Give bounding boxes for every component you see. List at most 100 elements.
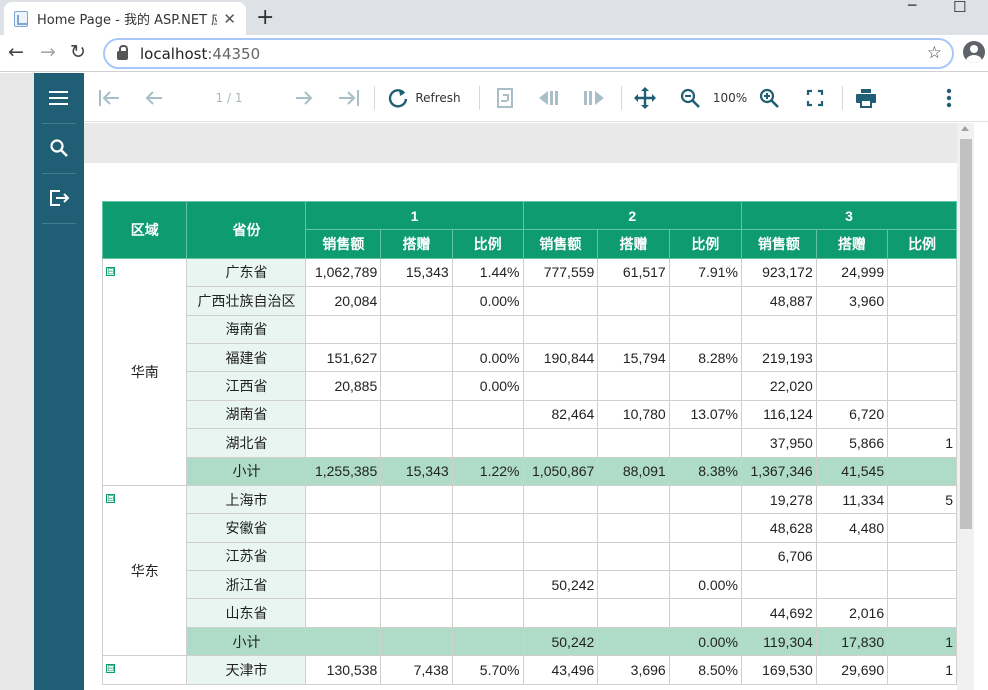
value-cell: 116,124 — [740, 399, 817, 430]
subtotal-value-cell — [451, 626, 524, 657]
value-cell — [522, 428, 599, 458]
header-metric: 搭赠 — [380, 229, 453, 259]
address-bar[interactable]: localhost:44350 ☆ — [103, 38, 954, 69]
value-cell: 5 — [887, 484, 957, 515]
value-cell — [451, 598, 524, 628]
value-cell: 0.00% — [668, 570, 742, 600]
value-cell — [451, 513, 524, 543]
header-metric: 比例 — [668, 229, 742, 259]
bookmark-star-icon[interactable]: ☆ — [927, 43, 942, 63]
print-icon[interactable] — [851, 73, 881, 122]
zoom-level[interactable]: 100% — [710, 73, 750, 122]
subtotal-value-cell — [380, 626, 453, 657]
zoom-out-icon[interactable] — [675, 73, 705, 122]
province-cell: 广东省 — [186, 257, 307, 288]
parent-report-icon[interactable] — [490, 73, 520, 122]
value-cell: 6,720 — [815, 399, 889, 430]
page-indicator[interactable]: 1 / 1 — [199, 73, 259, 122]
tab-close-icon[interactable]: ✕ — [223, 10, 236, 28]
browser-tab-bar: Home Page - 我的 ASP.NET 应用程序 ✕ + ─ ☐ — [0, 0, 988, 35]
region-cell: ⊟ 华南 — [102, 257, 188, 486]
next-page-icon[interactable] — [289, 73, 319, 122]
pan-move-icon[interactable] — [630, 73, 660, 122]
table-row: 江西省 20,885 0.00% 22,020 — [103, 371, 957, 401]
value-cell: 20,084 — [305, 286, 382, 316]
province-cell: 江西省 — [186, 371, 307, 401]
region-cell: ⊟ 华东 — [102, 484, 188, 657]
subtotal-value-cell: 1,255,385 — [305, 456, 382, 486]
page-favicon-icon — [14, 10, 28, 27]
new-tab-button[interactable]: + — [256, 5, 274, 30]
first-page-icon[interactable] — [94, 73, 124, 122]
value-cell — [380, 513, 453, 543]
sidebar-divider — [42, 223, 76, 224]
forward-button[interactable]: → — [40, 41, 56, 63]
province-cell: 湖北省 — [186, 428, 307, 458]
province-cell: 湖南省 — [186, 399, 307, 430]
value-cell: 20,885 — [305, 371, 382, 401]
value-cell: 7,438 — [380, 655, 453, 685]
url-port: :44350 — [207, 44, 261, 63]
value-cell — [380, 314, 453, 344]
subtotal-label: 小计 — [186, 456, 307, 486]
collapse-toggle-icon[interactable]: ⊟ — [106, 664, 115, 674]
report-top-margin — [84, 123, 957, 163]
url-host: localhost — [140, 44, 208, 63]
step-forward-icon[interactable] — [579, 73, 609, 122]
scroll-up-icon[interactable] — [961, 126, 969, 131]
zoom-in-icon[interactable] — [754, 73, 784, 122]
more-options-icon[interactable] — [934, 73, 964, 122]
value-cell — [380, 399, 453, 430]
value-cell: 15,343 — [380, 257, 453, 288]
value-cell: 29,690 — [815, 655, 889, 685]
value-cell — [305, 428, 382, 458]
previous-page-icon[interactable] — [139, 73, 169, 122]
value-cell — [668, 598, 742, 628]
header-group: 2 — [522, 201, 742, 231]
last-page-icon[interactable] — [334, 73, 364, 122]
reload-button[interactable]: ↻ — [70, 41, 86, 63]
fullscreen-icon[interactable] — [800, 73, 830, 122]
value-cell — [305, 598, 382, 628]
table-row: 江苏省 6,706 — [103, 541, 957, 572]
value-cell — [887, 371, 957, 401]
value-cell — [380, 428, 453, 458]
page-number-text: 1 / 1 — [215, 90, 243, 105]
value-cell — [815, 314, 889, 344]
subtotal-value-cell: 1,367,346 — [740, 456, 817, 486]
table-row: 山东省 44,692 2,016 — [103, 598, 957, 628]
minimize-button[interactable]: ─ — [908, 0, 916, 14]
province-cell: 海南省 — [186, 314, 307, 344]
province-cell: 广西壮族自治区 — [186, 286, 307, 316]
region-label: 华南 — [130, 363, 159, 380]
value-cell — [380, 598, 453, 628]
value-cell — [597, 541, 670, 572]
maximize-button[interactable]: ☐ — [953, 0, 966, 16]
subtotal-value-cell: 119,304 — [740, 626, 817, 657]
value-cell — [668, 286, 742, 316]
browser-nav-bar: ← → ↻ localhost:44350 ☆ — [0, 35, 988, 72]
value-cell — [380, 570, 453, 600]
value-cell: 15,794 — [597, 342, 670, 373]
back-button[interactable]: ← — [8, 41, 24, 63]
search-icon[interactable] — [34, 123, 84, 173]
header-metric: 搭赠 — [597, 229, 670, 259]
subtotal-row: 小计 1,255,385 15,343 1.22% 1,050,867 88,091 8.3… — [103, 456, 957, 486]
value-cell: 24,999 — [815, 257, 889, 288]
profile-avatar-icon[interactable] — [963, 41, 985, 63]
step-backward-icon[interactable] — [534, 73, 564, 122]
browser-tab[interactable]: Home Page - 我的 ASP.NET 应用程序 ✕ — [4, 2, 246, 35]
value-cell — [887, 541, 957, 572]
value-cell — [380, 342, 453, 373]
export-icon[interactable] — [34, 173, 84, 223]
subtotal-value-cell — [887, 456, 957, 486]
menu-icon[interactable] — [34, 73, 84, 123]
scrollbar-thumb[interactable] — [960, 139, 972, 529]
value-cell: 3,696 — [597, 655, 670, 685]
value-cell: 3,960 — [815, 286, 889, 316]
value-cell — [668, 428, 742, 458]
refresh-button[interactable]: Refresh — [384, 73, 464, 122]
collapse-toggle-icon[interactable]: ⊟ — [106, 266, 115, 276]
header-province: 省份 — [186, 201, 307, 259]
collapse-toggle-icon[interactable]: ⊟ — [106, 493, 115, 503]
